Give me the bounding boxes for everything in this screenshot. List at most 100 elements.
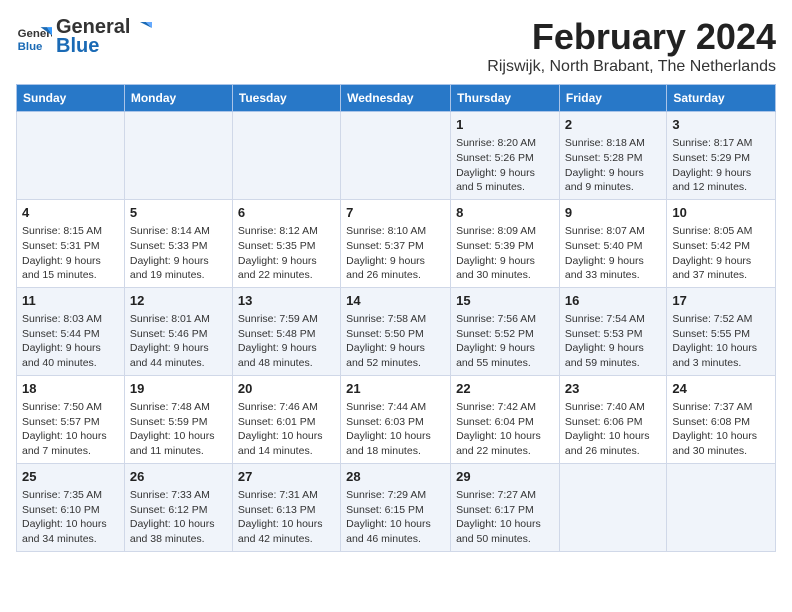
calendar-cell: 8 Sunrise: 8:09 AM Sunset: 5:39 PM Daylig…	[451, 199, 560, 287]
cell-details: Sunrise: 8:03 AM Sunset: 5:44 PM Dayligh…	[22, 312, 119, 371]
cell-details: Sunrise: 7:27 AM Sunset: 6:17 PM Dayligh…	[456, 488, 554, 547]
calendar-cell	[17, 112, 125, 200]
calendar-cell: 26Sunrise: 7:33 AM Sunset: 6:12 PM Dayli…	[124, 463, 232, 551]
day-number: 8	[456, 204, 554, 222]
page-header: General Blue General Blue February 2024 …	[16, 16, 776, 76]
day-number: 20	[238, 380, 335, 398]
calendar-cell: 22Sunrise: 7:42 AM Sunset: 6:04 PM Dayli…	[451, 375, 560, 463]
calendar-cell	[667, 463, 776, 551]
calendar-cell	[341, 112, 451, 200]
day-number: 25	[22, 468, 119, 486]
calendar-cell: 13 Sunrise: 7:59 AM Sunset: 5:48 PM Dayli…	[232, 287, 340, 375]
calendar-week-row: 18Sunrise: 7:50 AM Sunset: 5:57 PM Dayli…	[17, 375, 776, 463]
day-number: 19	[130, 380, 227, 398]
column-header-thursday: Thursday	[451, 85, 560, 112]
cell-details: Sunrise: 8:05 AM Sunset: 5:42 PM Dayligh…	[672, 224, 770, 283]
cell-details: Sunrise: 8:20 AM Sunset: 5:26 PM Dayligh…	[456, 136, 554, 195]
cell-details: Sunrise: 7:56 AM Sunset: 5:52 PM Dayligh…	[456, 312, 554, 371]
calendar-cell: 14 Sunrise: 7:58 AM Sunset: 5:50 PM Dayli…	[341, 287, 451, 375]
cell-details: Sunrise: 8:09 AM Sunset: 5:39 PM Dayligh…	[456, 224, 554, 283]
calendar-week-row: 25Sunrise: 7:35 AM Sunset: 6:10 PM Dayli…	[17, 463, 776, 551]
calendar-cell: 17 Sunrise: 7:52 AM Sunset: 5:55 PM Dayli…	[667, 287, 776, 375]
day-number: 16	[565, 292, 661, 310]
cell-details: Sunrise: 7:58 AM Sunset: 5:50 PM Dayligh…	[346, 312, 445, 371]
day-number: 11	[22, 292, 119, 310]
day-number: 3	[672, 116, 770, 134]
calendar-cell: 1 Sunrise: 8:20 AM Sunset: 5:26 PM Daylig…	[451, 112, 560, 200]
day-number: 6	[238, 204, 335, 222]
cell-details: Sunrise: 8:18 AM Sunset: 5:28 PM Dayligh…	[565, 136, 661, 195]
cell-details: Sunrise: 8:12 AM Sunset: 5:35 PM Dayligh…	[238, 224, 335, 283]
cell-details: Sunrise: 7:29 AM Sunset: 6:15 PM Dayligh…	[346, 488, 445, 547]
column-header-saturday: Saturday	[667, 85, 776, 112]
logo: General Blue General Blue	[16, 16, 152, 58]
calendar-cell: 19 Sunrise: 7:48 AM Sunset: 5:59 PM Dayli…	[124, 375, 232, 463]
day-number: 4	[22, 204, 119, 222]
column-header-sunday: Sunday	[17, 85, 125, 112]
day-number: 24	[672, 380, 770, 398]
cell-details: Sunrise: 8:10 AM Sunset: 5:37 PM Dayligh…	[346, 224, 445, 283]
calendar-cell: 2 Sunrise: 8:18 AM Sunset: 5:28 PM Daylig…	[559, 112, 666, 200]
calendar-cell: 29 Sunrise: 7:27 AM Sunset: 6:17 PM Dayli…	[451, 463, 560, 551]
calendar-week-row: 4 Sunrise: 8:15 AM Sunset: 5:31 PM Daylig…	[17, 199, 776, 287]
cell-details: Sunrise: 7:44 AM Sunset: 6:03 PM Dayligh…	[346, 400, 445, 459]
column-header-friday: Friday	[559, 85, 666, 112]
calendar-cell: 21Sunrise: 7:44 AM Sunset: 6:03 PM Dayli…	[341, 375, 451, 463]
cell-details: Sunrise: 7:46 AM Sunset: 6:01 PM Dayligh…	[238, 400, 335, 459]
calendar-cell: 12 Sunrise: 8:01 AM Sunset: 5:46 PM Dayli…	[124, 287, 232, 375]
column-header-monday: Monday	[124, 85, 232, 112]
day-number: 2	[565, 116, 661, 134]
calendar-cell: 28 Sunrise: 7:29 AM Sunset: 6:15 PM Dayli…	[341, 463, 451, 551]
calendar-cell: 11 Sunrise: 8:03 AM Sunset: 5:44 PM Dayli…	[17, 287, 125, 375]
day-number: 10	[672, 204, 770, 222]
cell-details: Sunrise: 8:07 AM Sunset: 5:40 PM Dayligh…	[565, 224, 661, 283]
cell-details: Sunrise: 8:01 AM Sunset: 5:46 PM Dayligh…	[130, 312, 227, 371]
calendar-cell: 10 Sunrise: 8:05 AM Sunset: 5:42 PM Dayli…	[667, 199, 776, 287]
day-number: 5	[130, 204, 227, 222]
calendar-cell: 7 Sunrise: 8:10 AM Sunset: 5:37 PM Daylig…	[341, 199, 451, 287]
calendar-cell: 24Sunrise: 7:37 AM Sunset: 6:08 PM Dayli…	[667, 375, 776, 463]
calendar-cell: 23 Sunrise: 7:40 AM Sunset: 6:06 PM Dayli…	[559, 375, 666, 463]
calendar-cell: 3Sunrise: 8:17 AM Sunset: 5:29 PM Daylig…	[667, 112, 776, 200]
calendar-cell: 25Sunrise: 7:35 AM Sunset: 6:10 PM Dayli…	[17, 463, 125, 551]
cell-details: Sunrise: 7:59 AM Sunset: 5:48 PM Dayligh…	[238, 312, 335, 371]
cell-details: Sunrise: 7:48 AM Sunset: 5:59 PM Dayligh…	[130, 400, 227, 459]
cell-details: Sunrise: 7:54 AM Sunset: 5:53 PM Dayligh…	[565, 312, 661, 371]
calendar-week-row: 1 Sunrise: 8:20 AM Sunset: 5:26 PM Daylig…	[17, 112, 776, 200]
cell-details: Sunrise: 7:52 AM Sunset: 5:55 PM Dayligh…	[672, 312, 770, 371]
day-number: 18	[22, 380, 119, 398]
cell-details: Sunrise: 7:40 AM Sunset: 6:06 PM Dayligh…	[565, 400, 661, 459]
column-header-tuesday: Tuesday	[232, 85, 340, 112]
location-subtitle: Rijswijk, North Brabant, The Netherlands	[487, 58, 776, 76]
day-number: 29	[456, 468, 554, 486]
calendar-cell	[124, 112, 232, 200]
calendar-cell	[559, 463, 666, 551]
cell-details: Sunrise: 7:42 AM Sunset: 6:04 PM Dayligh…	[456, 400, 554, 459]
cell-details: Sunrise: 8:14 AM Sunset: 5:33 PM Dayligh…	[130, 224, 227, 283]
svg-text:Blue: Blue	[18, 41, 43, 53]
calendar-header-row: SundayMondayTuesdayWednesdayThursdayFrid…	[17, 85, 776, 112]
calendar-cell: 20 Sunrise: 7:46 AM Sunset: 6:01 PM Dayli…	[232, 375, 340, 463]
day-number: 17	[672, 292, 770, 310]
day-number: 13	[238, 292, 335, 310]
logo-wing-icon	[132, 18, 152, 38]
calendar-week-row: 11 Sunrise: 8:03 AM Sunset: 5:44 PM Dayli…	[17, 287, 776, 375]
cell-details: Sunrise: 7:33 AM Sunset: 6:12 PM Dayligh…	[130, 488, 227, 547]
day-number: 15	[456, 292, 554, 310]
day-number: 12	[130, 292, 227, 310]
day-number: 28	[346, 468, 445, 486]
day-number: 23	[565, 380, 661, 398]
calendar-cell: 9 Sunrise: 8:07 AM Sunset: 5:40 PM Daylig…	[559, 199, 666, 287]
cell-details: Sunrise: 8:15 AM Sunset: 5:31 PM Dayligh…	[22, 224, 119, 283]
day-number: 14	[346, 292, 445, 310]
day-number: 1	[456, 116, 554, 134]
day-number: 27	[238, 468, 335, 486]
column-header-wednesday: Wednesday	[341, 85, 451, 112]
day-number: 9	[565, 204, 661, 222]
calendar-cell	[232, 112, 340, 200]
month-year-title: February 2024	[487, 16, 776, 58]
logo-icon: General Blue	[16, 19, 52, 55]
calendar-cell: 6 Sunrise: 8:12 AM Sunset: 5:35 PM Daylig…	[232, 199, 340, 287]
day-number: 7	[346, 204, 445, 222]
calendar-cell: 15 Sunrise: 7:56 AM Sunset: 5:52 PM Dayli…	[451, 287, 560, 375]
